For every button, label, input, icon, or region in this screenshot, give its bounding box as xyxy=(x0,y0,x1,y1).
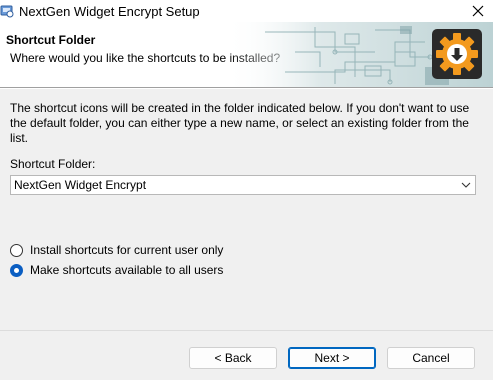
close-button[interactable] xyxy=(463,0,493,22)
shortcut-folder-value[interactable]: NextGen Widget Encrypt xyxy=(14,178,146,192)
footer-divider xyxy=(0,330,493,331)
radio-current-user-option[interactable]: Install shortcuts for current user only xyxy=(10,242,223,258)
radio-current-user[interactable] xyxy=(10,243,23,257)
radio-all-users-option[interactable]: Make shortcuts available to all users xyxy=(10,262,223,278)
window-title: NextGen Widget Encrypt Setup xyxy=(19,4,200,19)
next-button[interactable]: Next > xyxy=(288,347,376,369)
installer-icon xyxy=(0,5,14,18)
radio-all-users[interactable] xyxy=(10,263,23,277)
shortcut-folder-label: Shortcut Folder: xyxy=(10,157,96,171)
header-panel: Shortcut Folder Where would you like the… xyxy=(0,22,493,87)
cancel-button[interactable]: Cancel xyxy=(387,347,475,369)
chevron-down-icon[interactable] xyxy=(461,181,471,189)
gear-download-icon xyxy=(432,29,482,79)
radio-all-users-label[interactable]: Make shortcuts available to all users xyxy=(30,263,223,277)
close-icon xyxy=(472,5,484,17)
back-button[interactable]: < Back xyxy=(189,347,277,369)
title-bar: NextGen Widget Encrypt Setup xyxy=(0,0,493,22)
page-title: Shortcut Folder xyxy=(6,33,96,47)
radio-current-user-label[interactable]: Install shortcuts for current user only xyxy=(30,243,223,257)
intro-text: The shortcut icons will be created in th… xyxy=(10,101,470,145)
header-divider-highlight xyxy=(0,88,493,89)
shortcut-folder-combobox[interactable]: NextGen Widget Encrypt xyxy=(10,175,476,195)
